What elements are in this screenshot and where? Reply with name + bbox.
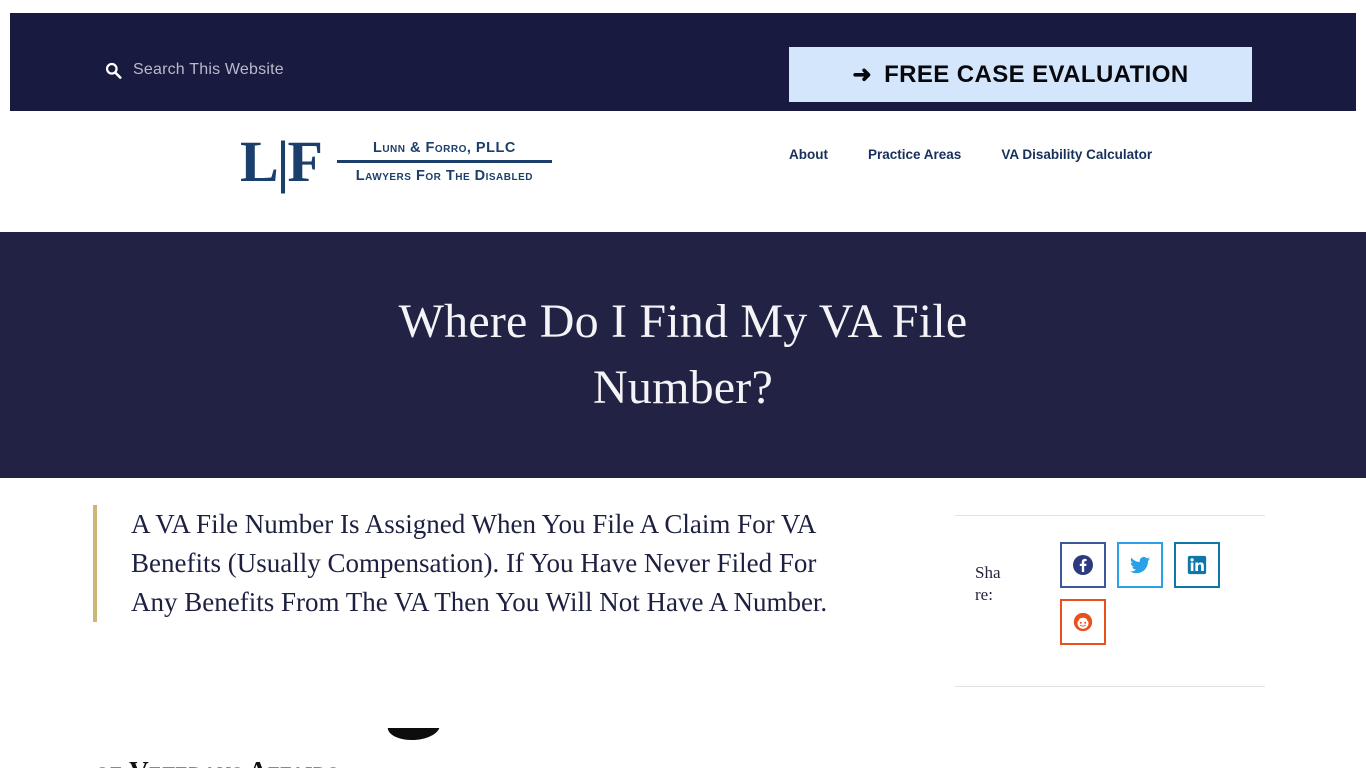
search-box[interactable] — [105, 61, 463, 79]
share-controls: Share: — [955, 516, 1265, 686]
logo-wordmark: Lunn & Forro, PLLC Lawyers For The Disab… — [336, 140, 552, 184]
logo-tagline: Lawyers For The Disabled — [355, 168, 534, 184]
logo-firm-name: Lunn & Forro, PLLC — [372, 140, 516, 156]
share-reddit-button[interactable] — [1060, 599, 1106, 645]
share-facebook-button[interactable] — [1060, 542, 1106, 588]
hero-banner: Where Do I Find My VA File Number? — [0, 232, 1366, 478]
nav-item-va-disability-calculator[interactable]: VA Disability Calculator — [1001, 147, 1152, 162]
share-twitter-button[interactable] — [1117, 542, 1163, 588]
share-divider-bottom — [955, 686, 1265, 687]
intro-blockquote-text: A VA File Number Is Assigned When You Fi… — [131, 509, 828, 617]
intro-blockquote: A VA File Number Is Assigned When You Fi… — [93, 505, 863, 622]
main-navigation: About Practice Areas VA Disability Calcu… — [789, 147, 1152, 162]
cta-label: FREE CASE EVALUATION — [884, 60, 1189, 88]
free-case-evaluation-button[interactable]: ➜ FREE CASE EVALUATION — [789, 47, 1252, 102]
arrow-right-icon: ➜ — [852, 61, 873, 87]
search-icon — [105, 62, 122, 79]
share-button-group — [1060, 542, 1250, 645]
twitter-icon — [1128, 553, 1152, 577]
site-logo[interactable]: L|F Lunn & Forro, PLLC Lawyers For The D… — [240, 133, 552, 191]
nav-item-practice-areas[interactable]: Practice Areas — [868, 147, 961, 162]
page-root: ➜ FREE CASE EVALUATION L|F Lunn & Forro,… — [0, 0, 1366, 768]
page-title: Where Do I Find My VA File Number? — [398, 294, 968, 414]
site-header — [0, 111, 1366, 232]
va-swoosh-icon — [387, 728, 441, 742]
reddit-icon — [1072, 611, 1094, 633]
va-seal-figure: of Veterans Affairs — [95, 728, 515, 768]
va-figure-caption: of Veterans Affairs — [95, 756, 338, 768]
logo-monogram: L|F — [240, 129, 323, 194]
top-utility-bar: ➜ FREE CASE EVALUATION — [10, 13, 1356, 111]
linkedin-icon — [1186, 554, 1208, 576]
search-input[interactable] — [133, 61, 463, 79]
share-label: Share: — [975, 563, 1001, 604]
share-linkedin-button[interactable] — [1174, 542, 1220, 588]
article-content: A VA File Number Is Assigned When You Fi… — [0, 478, 1366, 768]
facebook-icon — [1071, 553, 1095, 577]
share-sidebar: Share: — [955, 515, 1265, 687]
nav-item-about[interactable]: About — [789, 147, 828, 162]
